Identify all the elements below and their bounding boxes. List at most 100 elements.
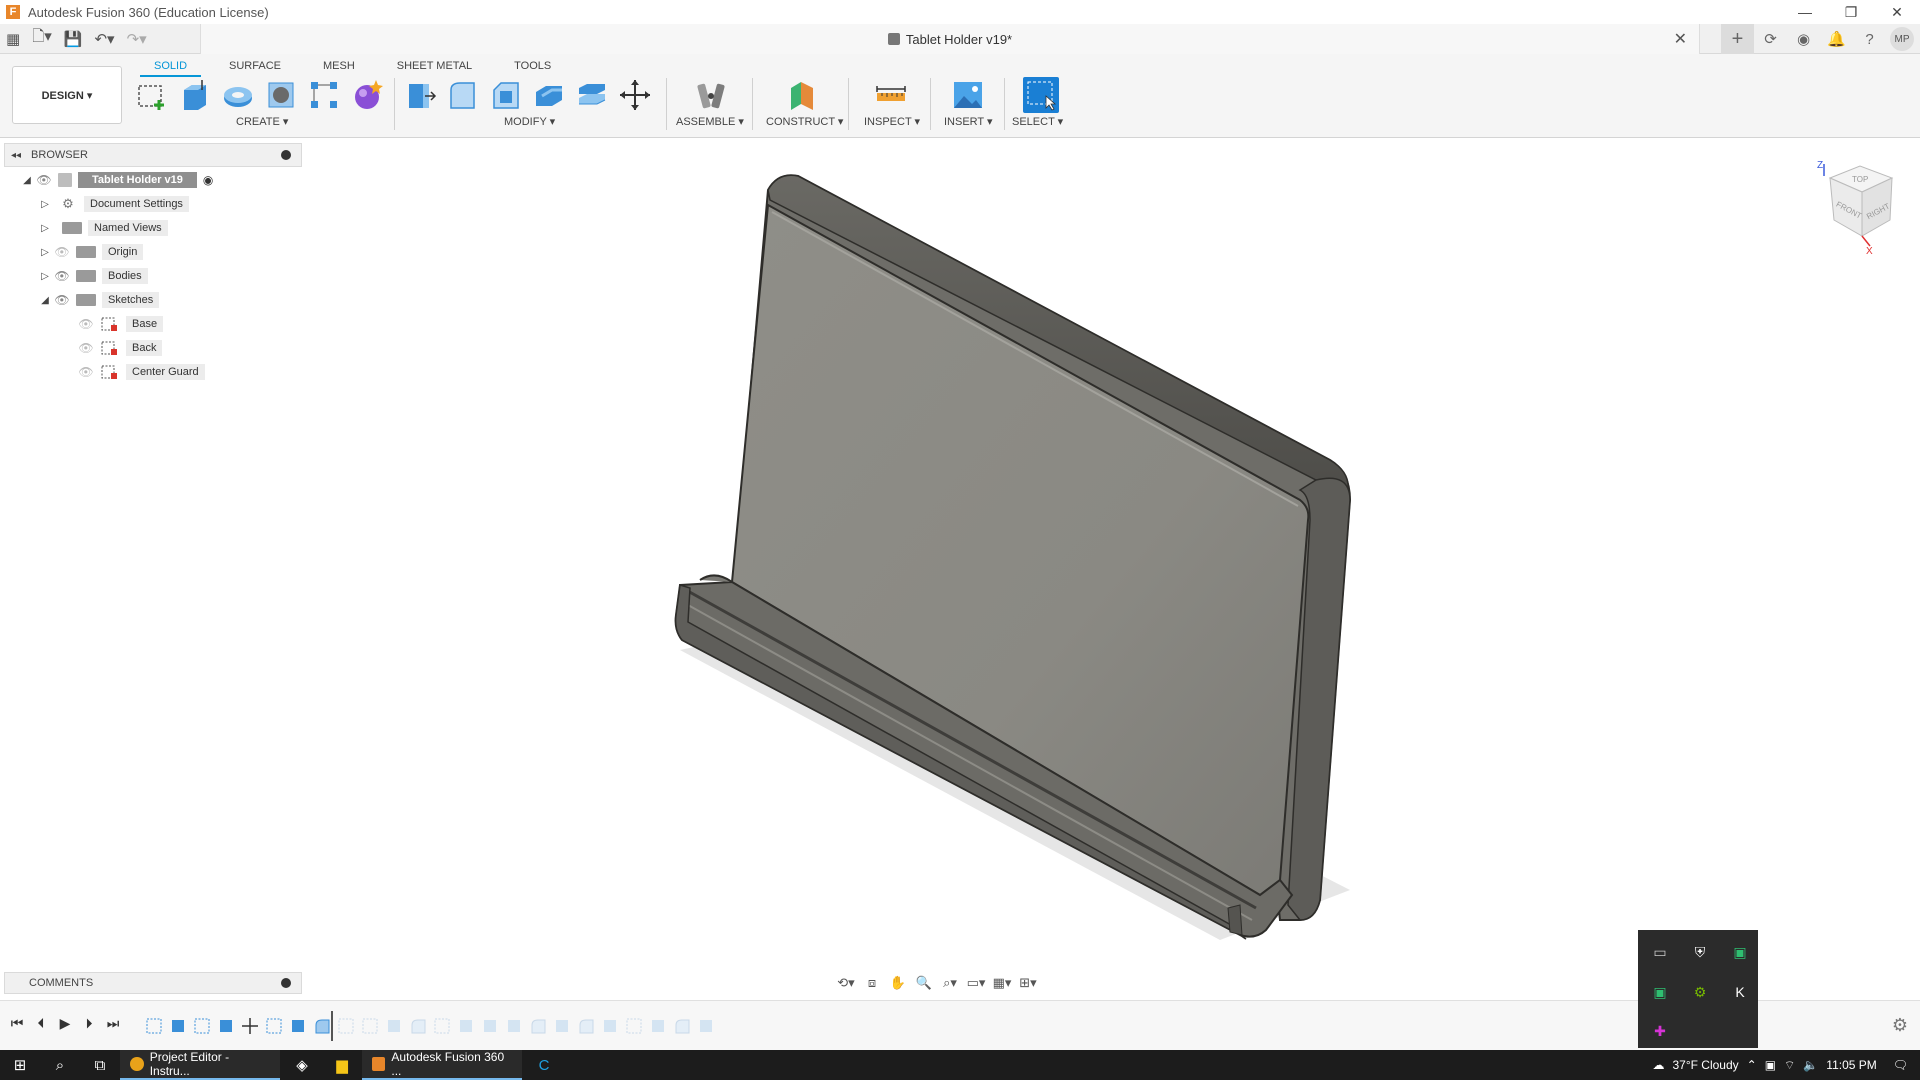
timeline-move-icon[interactable] — [240, 1016, 260, 1036]
viewports-icon[interactable]: ⊞▾ — [1018, 975, 1038, 991]
browser-minimize-icon[interactable] — [281, 150, 291, 160]
pan-icon[interactable]: ✋ — [888, 975, 908, 991]
new-tab-button[interactable]: + — [1721, 24, 1754, 54]
close-document-button[interactable]: ✕ — [1674, 29, 1687, 49]
task-view-icon[interactable]: ⧉ — [80, 1050, 120, 1080]
timeline-suppressed-icon[interactable] — [672, 1016, 692, 1036]
job-status-icon[interactable]: ◉ — [1787, 24, 1820, 54]
viewcube-top-label[interactable]: TOP — [1852, 175, 1868, 184]
file-explorer-icon[interactable]: ▆ — [322, 1050, 362, 1080]
app-tray-icon[interactable]: ✚ — [1640, 1012, 1680, 1050]
comments-panel[interactable]: COMMENTS — [4, 972, 302, 994]
press-pull-icon[interactable] — [402, 77, 438, 113]
timeline-fillet-icon[interactable] — [312, 1016, 332, 1036]
assemble-menu[interactable]: ASSEMBLE ▾ — [676, 115, 744, 128]
add-comment-icon[interactable] — [281, 978, 291, 988]
chamfer-icon[interactable] — [488, 77, 524, 113]
tab-surface[interactable]: SURFACE — [215, 58, 295, 77]
orbit-icon[interactable]: ⟲▾ — [836, 975, 856, 991]
chevron-up-icon[interactable]: ⌃ — [1747, 1058, 1757, 1072]
shell-icon[interactable] — [531, 77, 567, 113]
tree-item-named-views[interactable]: ▷ Named Views — [38, 218, 168, 238]
timeline-marker[interactable] — [331, 1011, 333, 1041]
tab-mesh[interactable]: MESH — [309, 58, 369, 77]
timeline-extrude-icon[interactable] — [168, 1016, 188, 1036]
clock[interactable]: 11:05 PM — [1826, 1058, 1876, 1072]
taskbar-app-chrome[interactable]: Project Editor - Instru... — [120, 1050, 280, 1080]
expand-arrow-icon[interactable]: ▷ — [38, 199, 52, 210]
inspect-menu[interactable]: INSPECT ▾ — [864, 115, 920, 128]
timeline-suppressed-icon[interactable] — [360, 1016, 380, 1036]
timeline-suppressed-icon[interactable] — [576, 1016, 596, 1036]
timeline-suppressed-icon[interactable] — [432, 1016, 452, 1036]
nvidia-tray-icon[interactable]: ⚙ — [1680, 972, 1720, 1012]
timeline-sketch-icon[interactable] — [192, 1016, 212, 1036]
timeline-suppressed-icon[interactable] — [624, 1016, 644, 1036]
step-forward-icon[interactable]: ⏵ — [80, 1015, 98, 1032]
sketch-item-back[interactable]: 👁 Back — [76, 338, 163, 358]
tree-item-sketches[interactable]: ◢ 👁 Sketches — [38, 290, 160, 310]
select-icon[interactable] — [1023, 77, 1059, 113]
minimize-button[interactable]: — — [1782, 0, 1828, 24]
fillet-icon[interactable] — [445, 77, 481, 113]
sketch-item-base[interactable]: 👁 Base — [76, 314, 164, 334]
timeline-suppressed-icon[interactable] — [480, 1016, 500, 1036]
display-tray-icon[interactable]: ▭ — [1640, 932, 1680, 972]
search-icon[interactable]: ⌕ — [40, 1050, 80, 1080]
tree-item-origin[interactable]: ▷ 👁 Origin — [38, 242, 144, 262]
timeline-suppressed-icon[interactable] — [552, 1016, 572, 1036]
volume-icon[interactable]: 🔈 — [1803, 1058, 1818, 1072]
weather-text[interactable]: 37°F Cloudy — [1672, 1058, 1738, 1072]
move-copy-icon[interactable] — [617, 77, 653, 113]
visibility-eye-icon[interactable]: 👁 — [52, 293, 72, 307]
timeline-suppressed-icon[interactable] — [648, 1016, 668, 1036]
timeline-suppressed-icon[interactable] — [456, 1016, 476, 1036]
hidden-eye-icon[interactable]: 👁 — [52, 245, 72, 259]
timeline-extrude-icon[interactable] — [288, 1016, 308, 1036]
collapse-browser-icon[interactable]: ◂◂ — [11, 150, 21, 161]
hidden-eye-icon[interactable]: 👁 — [76, 341, 96, 355]
timeline-settings-icon[interactable]: ⚙ — [1892, 1015, 1908, 1036]
collapse-arrow-icon[interactable]: ◢ — [20, 175, 34, 186]
user-avatar[interactable]: MP — [1890, 27, 1914, 51]
joint-icon[interactable] — [693, 77, 729, 113]
visibility-eye-icon[interactable]: 👁 — [52, 269, 72, 283]
restore-button[interactable]: ❐ — [1828, 0, 1874, 24]
save-icon[interactable]: 💾 — [58, 24, 89, 54]
timeline-suppressed-icon[interactable] — [696, 1016, 716, 1036]
tab-tools[interactable]: TOOLS — [500, 58, 565, 77]
hidden-eye-icon[interactable]: 👁 — [76, 365, 96, 379]
close-window-button[interactable]: ✕ — [1874, 0, 1920, 24]
document-tab[interactable]: Tablet Holder v19* ✕ — [200, 24, 1700, 54]
extensions-icon[interactable]: ⟳ — [1754, 24, 1787, 54]
tree-root[interactable]: ◢ 👁 Tablet Holder v19 ◉ — [20, 170, 213, 190]
collapse-arrow-icon[interactable]: ◢ — [38, 295, 52, 306]
grid-settings-icon[interactable]: ▦▾ — [992, 975, 1012, 991]
expand-arrow-icon[interactable]: ▷ — [38, 271, 52, 282]
workspace-switcher[interactable]: DESIGN ▾ — [12, 66, 122, 124]
zoom-window-icon[interactable]: ⌕▾ — [940, 975, 960, 991]
tab-sheet-metal[interactable]: SHEET METAL — [383, 58, 486, 77]
measure-icon[interactable] — [873, 77, 909, 113]
expand-arrow-icon[interactable]: ▷ — [38, 247, 52, 258]
notifications-icon[interactable]: 🔔 — [1820, 24, 1853, 54]
redo-icon[interactable]: ↷▾ — [121, 24, 153, 54]
select-menu[interactable]: SELECT ▾ — [1012, 115, 1063, 128]
weather-icon[interactable]: ☁ — [1652, 1058, 1664, 1072]
revolve-icon[interactable] — [220, 77, 256, 113]
help-icon[interactable]: ? — [1853, 24, 1886, 54]
steam-icon[interactable]: ◈ — [282, 1050, 322, 1080]
hidden-eye-icon[interactable]: 👁 — [76, 317, 96, 331]
viewcube[interactable]: TOP FRONT RIGHT Z X — [1800, 158, 1910, 258]
go-to-end-icon[interactable]: ⏭ — [104, 1015, 122, 1032]
app-tray-icon[interactable]: ▣ — [1640, 972, 1680, 1012]
offset-plane-icon[interactable] — [784, 77, 820, 113]
create-menu[interactable]: CREATE ▾ — [236, 115, 288, 128]
start-button[interactable]: ⊞ — [0, 1050, 40, 1080]
insert-menu[interactable]: INSERT ▾ — [944, 115, 993, 128]
tree-item-document-settings[interactable]: ▷ ⚙ Document Settings — [38, 194, 189, 214]
timeline-suppressed-icon[interactable] — [528, 1016, 548, 1036]
tab-solid[interactable]: SOLID — [140, 58, 202, 77]
timeline-sketch-icon[interactable] — [144, 1016, 164, 1036]
display-settings-icon[interactable]: ▭▾ — [966, 975, 986, 991]
